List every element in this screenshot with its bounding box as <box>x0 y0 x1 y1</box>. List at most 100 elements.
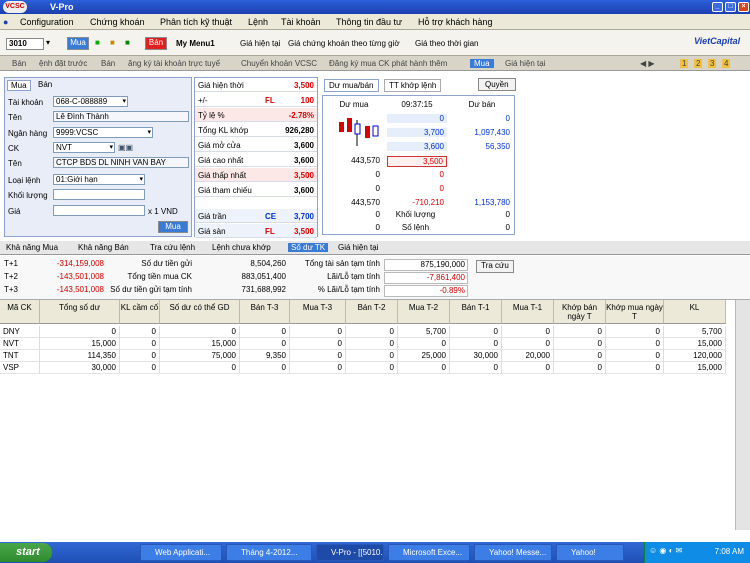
taskbar-item[interactable]: Yahoo! <box>556 544 624 561</box>
page-3[interactable]: 3 <box>708 59 717 68</box>
menu-ho-tro[interactable]: Hỗ trợ khách hàng <box>418 17 492 27</box>
summary-cell: Số dư tiền gửi tạm tính <box>110 285 192 294</box>
minimize-icon[interactable]: _ <box>712 2 723 12</box>
menu-phan-tich[interactable]: Phân tích kỹ thuật <box>160 17 232 27</box>
tab-ban[interactable]: Bán <box>12 59 26 68</box>
order-type-label: Loại lệnh <box>8 176 41 185</box>
taskbar-item[interactable]: Yahoo! Messe... <box>474 544 552 561</box>
menu-chung-khoan[interactable]: Chứng khoán <box>90 17 145 27</box>
tool-icon-3[interactable]: ■ <box>125 38 130 47</box>
scroll-arrows-icon[interactable]: ◀ ▶ <box>640 59 655 68</box>
page-1[interactable]: 1 <box>680 59 689 68</box>
menu-configuration[interactable]: Configuration <box>20 17 74 27</box>
grid-cell: 0 <box>398 338 450 350</box>
symbol-input[interactable]: 3010 <box>6 38 44 50</box>
grid-header[interactable]: Bán T-2 <box>346 300 398 324</box>
menu-thong-tin[interactable]: Thông tin đầu tư <box>336 17 402 27</box>
grid-cell: 0 <box>290 362 346 374</box>
grid-header[interactable]: Mã CK <box>0 300 40 324</box>
tab-chuyen-khoan[interactable]: Chuyển khoản VCSC <box>241 59 317 68</box>
tray-icons[interactable]: ☺ ◉ ◐ ✉ <box>649 546 682 555</box>
grid-cell: 9,350 <box>240 350 290 362</box>
page-4[interactable]: 4 <box>722 59 731 68</box>
order-type-select[interactable]: 01:Giới hạn <box>53 174 145 185</box>
summary-tab[interactable]: Khả năng Bán <box>78 243 129 252</box>
grid-header[interactable]: Khớp bán ngày T <box>554 300 606 324</box>
grid-header[interactable]: Bán T-3 <box>240 300 290 324</box>
orderbook-footer-cell: Khối lượng <box>395 210 436 219</box>
start-button[interactable]: start <box>0 543 52 562</box>
lookup-button[interactable]: Tra cứu <box>476 260 514 273</box>
taskbar-item[interactable]: Tháng 4-2012... <box>226 544 312 561</box>
summary-cell: Lãi/Lỗ tạm tính <box>327 272 380 281</box>
link-gia-theo-thoi-gian[interactable]: Giá theo thời gian <box>415 39 479 48</box>
grid-cell: 0 <box>120 362 160 374</box>
grid-header[interactable]: Mua T-2 <box>398 300 450 324</box>
close-icon[interactable]: × <box>738 2 749 12</box>
maximize-icon[interactable]: □ <box>725 2 736 12</box>
summary-cell: 875,190,000 <box>384 259 468 271</box>
grid-scrollbar[interactable] <box>735 300 750 530</box>
account-label: Tài khoản <box>8 98 44 107</box>
orderbook-cell: 3,700 <box>387 128 447 137</box>
grid-header[interactable]: Bán T-1 <box>450 300 502 324</box>
clock: 7:08 AM <box>714 547 744 556</box>
grid-cell: 0 <box>120 326 160 338</box>
ck-tool-icon[interactable]: ▣▣ <box>118 143 133 152</box>
price-input[interactable] <box>53 205 145 216</box>
quote-label: Tổng KL khớp <box>198 126 249 135</box>
taskbar-item[interactable]: Web Applicati... <box>140 544 222 561</box>
submit-buy-button[interactable]: Mua <box>158 221 188 233</box>
tab-order-buy[interactable]: Mua <box>7 80 31 91</box>
dropdown-icon[interactable]: ▾ <box>46 38 50 47</box>
bank-select[interactable]: 9999:VCSC <box>53 127 153 138</box>
tool-icon-2[interactable]: ■ <box>110 38 115 47</box>
tab-dang-ky[interactable]: ăng ký tài khoản trực tuyế <box>128 59 220 68</box>
grid-header[interactable]: KL cầm cố <box>120 300 160 324</box>
sell-button[interactable]: Bán <box>145 37 167 50</box>
account-select[interactable]: 068-C-088889 <box>53 96 128 107</box>
menu-app-icon[interactable]: ● <box>3 17 8 27</box>
tab-ban-2[interactable]: Bán <box>101 59 115 68</box>
function-tabs: Bán ệnh đặt trước Bán ăng ký tài khoản t… <box>0 56 750 71</box>
rights-button[interactable]: Quyền <box>478 78 516 91</box>
quote-row: Giá tham chiếu 3,600 <box>195 183 317 197</box>
grid-header[interactable]: Số dư có thể GD <box>160 300 240 324</box>
quantity-input[interactable] <box>53 189 145 200</box>
grid-header[interactable]: KL <box>664 300 726 324</box>
quote-panel: Giá hiện thời 3,500 +/- FL 100 Tỷ lệ % -2.78% T… <box>194 77 318 238</box>
orderbook-footer-cell: Số lệnh <box>401 223 430 232</box>
buy-button[interactable]: Mua <box>67 37 89 50</box>
link-gia-hien-tai[interactable]: Giá hiện tại <box>240 39 280 48</box>
tab-tt-khop-lenh[interactable]: TT khớp lệnh <box>384 79 442 92</box>
taskbar-item[interactable]: Microsoft Exce... <box>388 544 470 561</box>
tool-icon-1[interactable]: ■ <box>95 38 100 47</box>
grid-header[interactable]: Mua T-3 <box>290 300 346 324</box>
tab-mua[interactable]: Mua <box>470 59 494 68</box>
summary-tab[interactable]: Tra cứu lệnh <box>150 243 195 252</box>
grid-header[interactable]: Khớp mua ngày T <box>606 300 664 324</box>
tab-du-mua-ban[interactable]: Dư mua/bán <box>324 79 379 92</box>
summary-tab[interactable]: Giá hiện tại <box>338 243 378 252</box>
grid-cell: 0 <box>346 362 398 374</box>
link-gia-theo-gio[interactable]: Giá chứng khoán theo từng giờ <box>288 39 412 48</box>
orderbook-cell: 56,350 <box>485 142 510 151</box>
quantity-label: Khối lượng <box>8 191 48 200</box>
summary-tab[interactable]: Số dư TK <box>288 243 329 252</box>
summary-tab[interactable]: Lệnh chưa khớp <box>212 243 271 252</box>
summary-tab[interactable]: Khả năng Mua <box>6 243 58 252</box>
limit-tag: CE <box>265 212 277 221</box>
menu-lenh[interactable]: Lệnh <box>248 17 268 27</box>
grid-cell: 0 <box>554 338 606 350</box>
page-2[interactable]: 2 <box>694 59 703 68</box>
menu-tai-khoan[interactable]: Tài khoản <box>281 17 321 27</box>
my-menu[interactable]: My Menu1 <box>176 39 215 48</box>
grid-header[interactable]: Mua T-1 <box>502 300 554 324</box>
tab-dang-ky-mua[interactable]: Đăng ký mua CK phát hành thêm <box>329 59 447 68</box>
tab-lenh-dat-truoc[interactable]: ệnh đặt trước <box>39 59 87 68</box>
grid-header[interactable]: Tổng số dư <box>40 300 120 324</box>
ck-select[interactable]: NVT <box>53 142 115 153</box>
tab-order-sell[interactable]: Bán <box>35 80 55 89</box>
taskbar-item[interactable]: V-Pro - [[5010... <box>316 544 384 561</box>
tab-gia-hien-tai[interactable]: Giá hiện tại <box>505 59 545 68</box>
